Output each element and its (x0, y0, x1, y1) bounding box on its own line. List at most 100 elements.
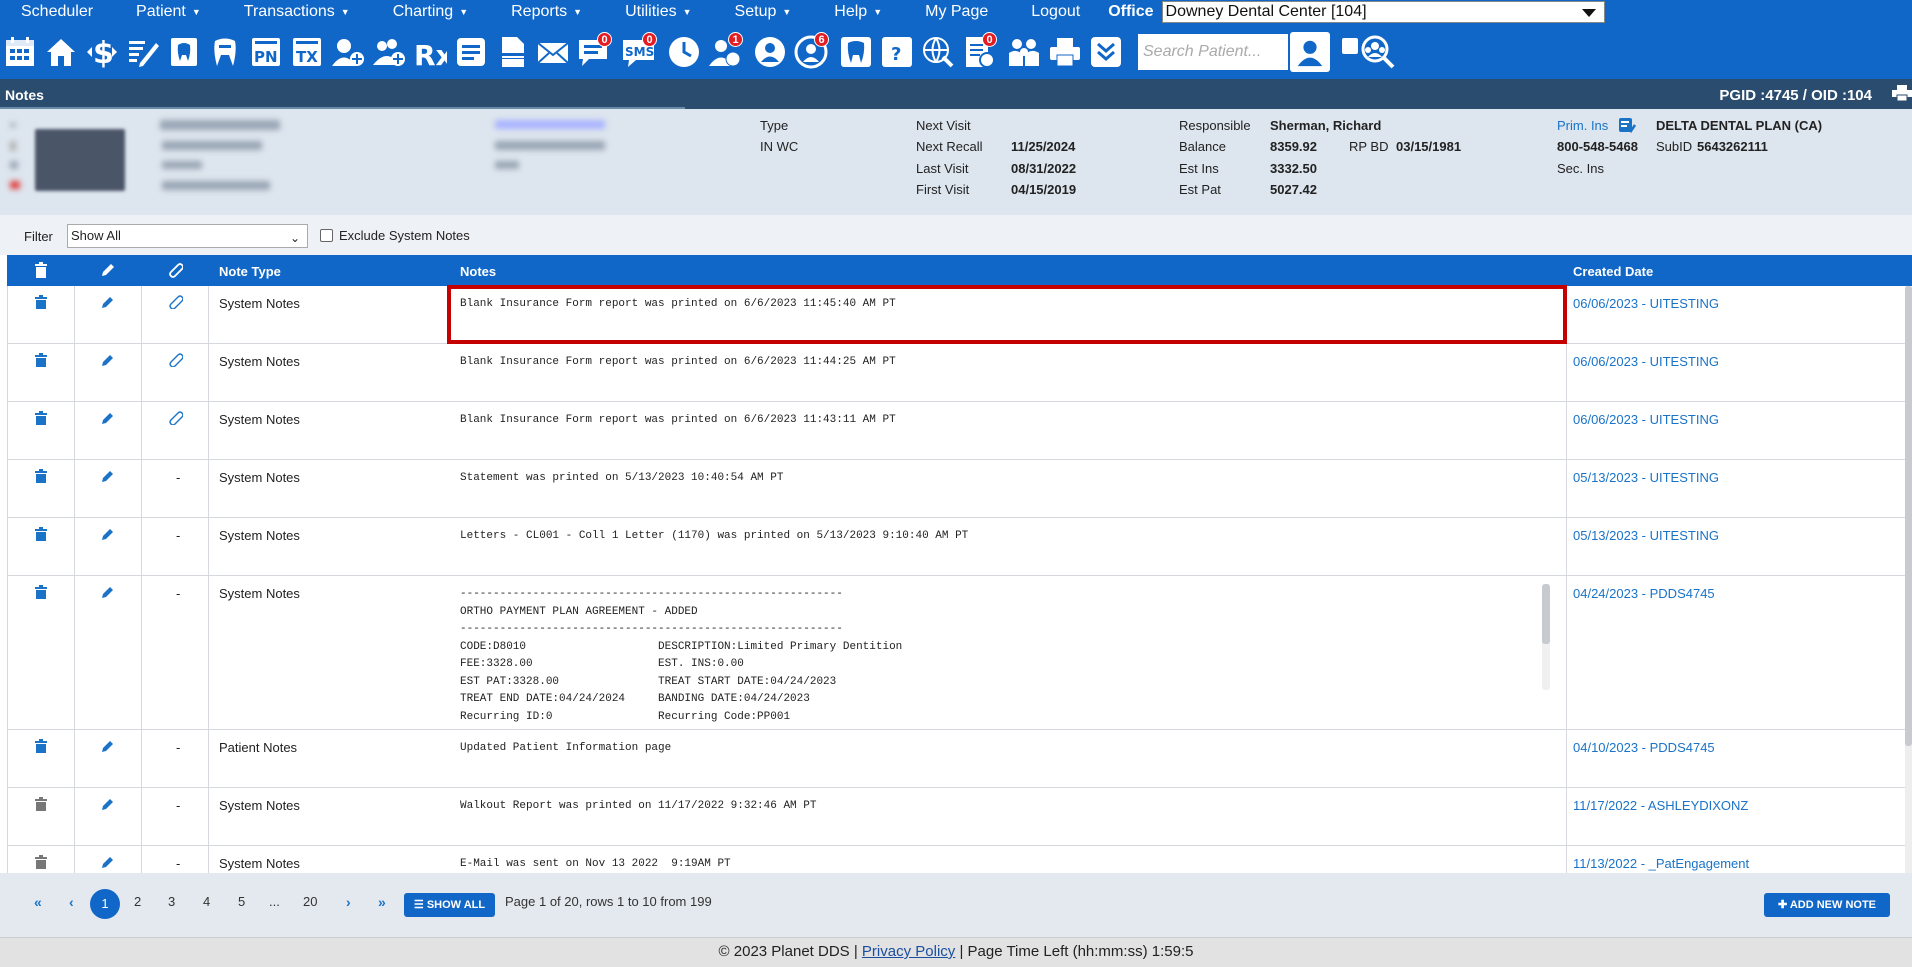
show-all-button[interactable]: ☰ SHOW ALL (404, 893, 495, 917)
edit-icon[interactable] (101, 797, 115, 811)
help-tooth-icon[interactable]: ? (879, 32, 915, 72)
text-message-icon[interactable]: 0 (576, 31, 612, 72)
created-date-link[interactable]: 05/13/2023 - UITESTING (1573, 470, 1719, 485)
nav-my-page[interactable]: My Page (904, 0, 1010, 24)
page-button[interactable]: 3 (168, 894, 175, 909)
nav-setup[interactable]: Setup ▼ (714, 0, 814, 24)
add-patient-icon[interactable] (330, 32, 366, 72)
email-icon[interactable] (535, 32, 571, 72)
nav-patient[interactable]: Patient ▼ (115, 0, 223, 24)
attachment-icon[interactable] (169, 353, 184, 368)
edit-icon[interactable] (101, 739, 115, 753)
web-search-icon[interactable] (920, 32, 956, 72)
delete-icon[interactable] (34, 353, 48, 367)
delete-icon[interactable] (34, 527, 48, 541)
next-page-button[interactable]: › (346, 894, 351, 910)
nav-charting[interactable]: Charting ▼ (372, 0, 490, 24)
nav-scheduler[interactable]: Scheduler (0, 0, 115, 24)
notes-header[interactable]: Notes (460, 264, 496, 279)
support-icon[interactable]: 6 (793, 31, 829, 72)
treatment-plan-icon[interactable]: TX (289, 32, 325, 72)
globe-people-icon[interactable]: 1 (707, 31, 743, 72)
delete-icon[interactable] (34, 585, 48, 599)
dental-chart-icon[interactable] (838, 32, 874, 72)
patient-search-button[interactable] (1290, 31, 1330, 72)
prim-ins-link[interactable]: Prim. Ins (1557, 118, 1608, 133)
edit-icon[interactable] (101, 353, 115, 367)
dollar-icon[interactable]: $ (84, 32, 120, 72)
created-date-link[interactable]: 05/13/2023 - UITESTING (1573, 528, 1719, 543)
calendar-icon[interactable] (2, 32, 38, 72)
filter-select[interactable]: Show All ⌄ (67, 224, 308, 248)
table-row[interactable]: - System Notes Walkout Report was printed … (7, 788, 1905, 846)
edit-icon[interactable] (101, 585, 115, 599)
printer-icon[interactable] (1047, 32, 1083, 72)
first-page-button[interactable]: « (34, 894, 42, 910)
message-list-icon[interactable] (453, 32, 489, 72)
sms-icon[interactable]: SMS 0 (621, 31, 657, 72)
created-date-header[interactable]: Created Date (1573, 264, 1653, 279)
created-date-link[interactable]: 11/17/2022 - ASHLEYDIXONZ (1573, 798, 1748, 813)
family-icon[interactable] (1006, 32, 1042, 72)
page-button-active[interactable]: 1 (90, 889, 120, 919)
search-patient-input[interactable]: Search Patient... (1138, 33, 1288, 70)
office-select[interactable]: Downey Dental Center [104] (1161, 1, 1605, 23)
toolbar-checkbox[interactable] (1342, 37, 1358, 54)
created-date-link[interactable]: 04/24/2023 - PDDS4745 (1573, 586, 1715, 601)
page-button[interactable]: 20 (303, 894, 317, 909)
insurance-card-icon[interactable] (1618, 116, 1636, 134)
scrollbar-thumb[interactable] (1542, 584, 1550, 644)
page-button[interactable]: 2 (134, 894, 141, 909)
exclude-system-notes-checkbox[interactable] (320, 229, 333, 242)
scrollbar-thumb[interactable] (1905, 286, 1912, 746)
table-row[interactable]: - System Notes E-Mail was sent on Nov 13 2… (7, 846, 1905, 873)
delete-icon[interactable] (34, 295, 48, 309)
created-date-link[interactable]: 06/06/2023 - UITESTING (1573, 296, 1719, 311)
attachment-icon[interactable] (169, 295, 184, 310)
tooth-icon[interactable] (207, 32, 243, 72)
group-search-icon[interactable] (1360, 32, 1396, 72)
tooth-chart-icon[interactable] (166, 32, 202, 72)
avatar[interactable] (35, 129, 125, 191)
prescription-icon[interactable]: Rx (412, 32, 448, 72)
edit-icon[interactable] (101, 855, 115, 869)
checklist-icon[interactable]: 0 (961, 31, 997, 72)
delete-icon[interactable] (34, 797, 48, 811)
edit-list-icon[interactable] (125, 32, 161, 72)
delete-icon[interactable] (34, 855, 48, 869)
note-scrollbar[interactable] (1542, 584, 1550, 690)
created-date-link[interactable]: 04/10/2023 - PDDS4745 (1573, 740, 1715, 755)
nav-help[interactable]: Help ▼ (813, 0, 904, 24)
table-row[interactable]: System Notes Blank Insurance Form report … (7, 402, 1905, 460)
note-type-header[interactable]: Note Type (219, 264, 281, 279)
last-page-button[interactable]: » (378, 894, 386, 910)
table-row[interactable]: - System Notes ---------------------------… (7, 576, 1905, 730)
document-scan-icon[interactable] (494, 32, 530, 72)
nav-logout[interactable]: Logout (1010, 0, 1102, 24)
print-icon[interactable] (1892, 85, 1912, 101)
edit-icon[interactable] (101, 469, 115, 483)
delete-icon[interactable] (34, 739, 48, 753)
edit-icon[interactable] (101, 527, 115, 541)
table-row[interactable]: System Notes Blank Insurance Form report … (7, 344, 1905, 402)
prev-page-button[interactable]: ‹ (69, 894, 74, 910)
nav-transactions[interactable]: Transactions ▼ (223, 0, 372, 24)
page-button[interactable]: 5 (238, 894, 245, 909)
web-portal-icon[interactable] (752, 32, 788, 72)
add-family-icon[interactable] (371, 32, 407, 72)
table-row[interactable]: - System Notes Statement was printed on 5/… (7, 460, 1905, 518)
table-row[interactable]: - Patient Notes Updated Patient Informatio… (7, 730, 1905, 788)
attachment-icon[interactable] (169, 411, 184, 426)
privacy-policy-link[interactable]: Privacy Policy (862, 943, 955, 960)
nav-reports[interactable]: Reports ▼ (490, 0, 604, 24)
clock-icon[interactable] (666, 32, 702, 72)
delete-icon[interactable] (34, 411, 48, 425)
table-scrollbar[interactable] (1905, 286, 1912, 873)
created-date-link[interactable]: 06/06/2023 - UITESTING (1573, 412, 1719, 427)
edit-icon[interactable] (101, 295, 115, 309)
home-icon[interactable] (43, 32, 79, 72)
created-date-link[interactable]: 11/13/2022 - _PatEngagement (1573, 856, 1749, 871)
add-new-note-button[interactable]: ✚ ADD NEW NOTE (1764, 893, 1890, 917)
nav-utilities[interactable]: Utilities ▼ (604, 0, 713, 24)
delete-icon[interactable] (34, 469, 48, 483)
